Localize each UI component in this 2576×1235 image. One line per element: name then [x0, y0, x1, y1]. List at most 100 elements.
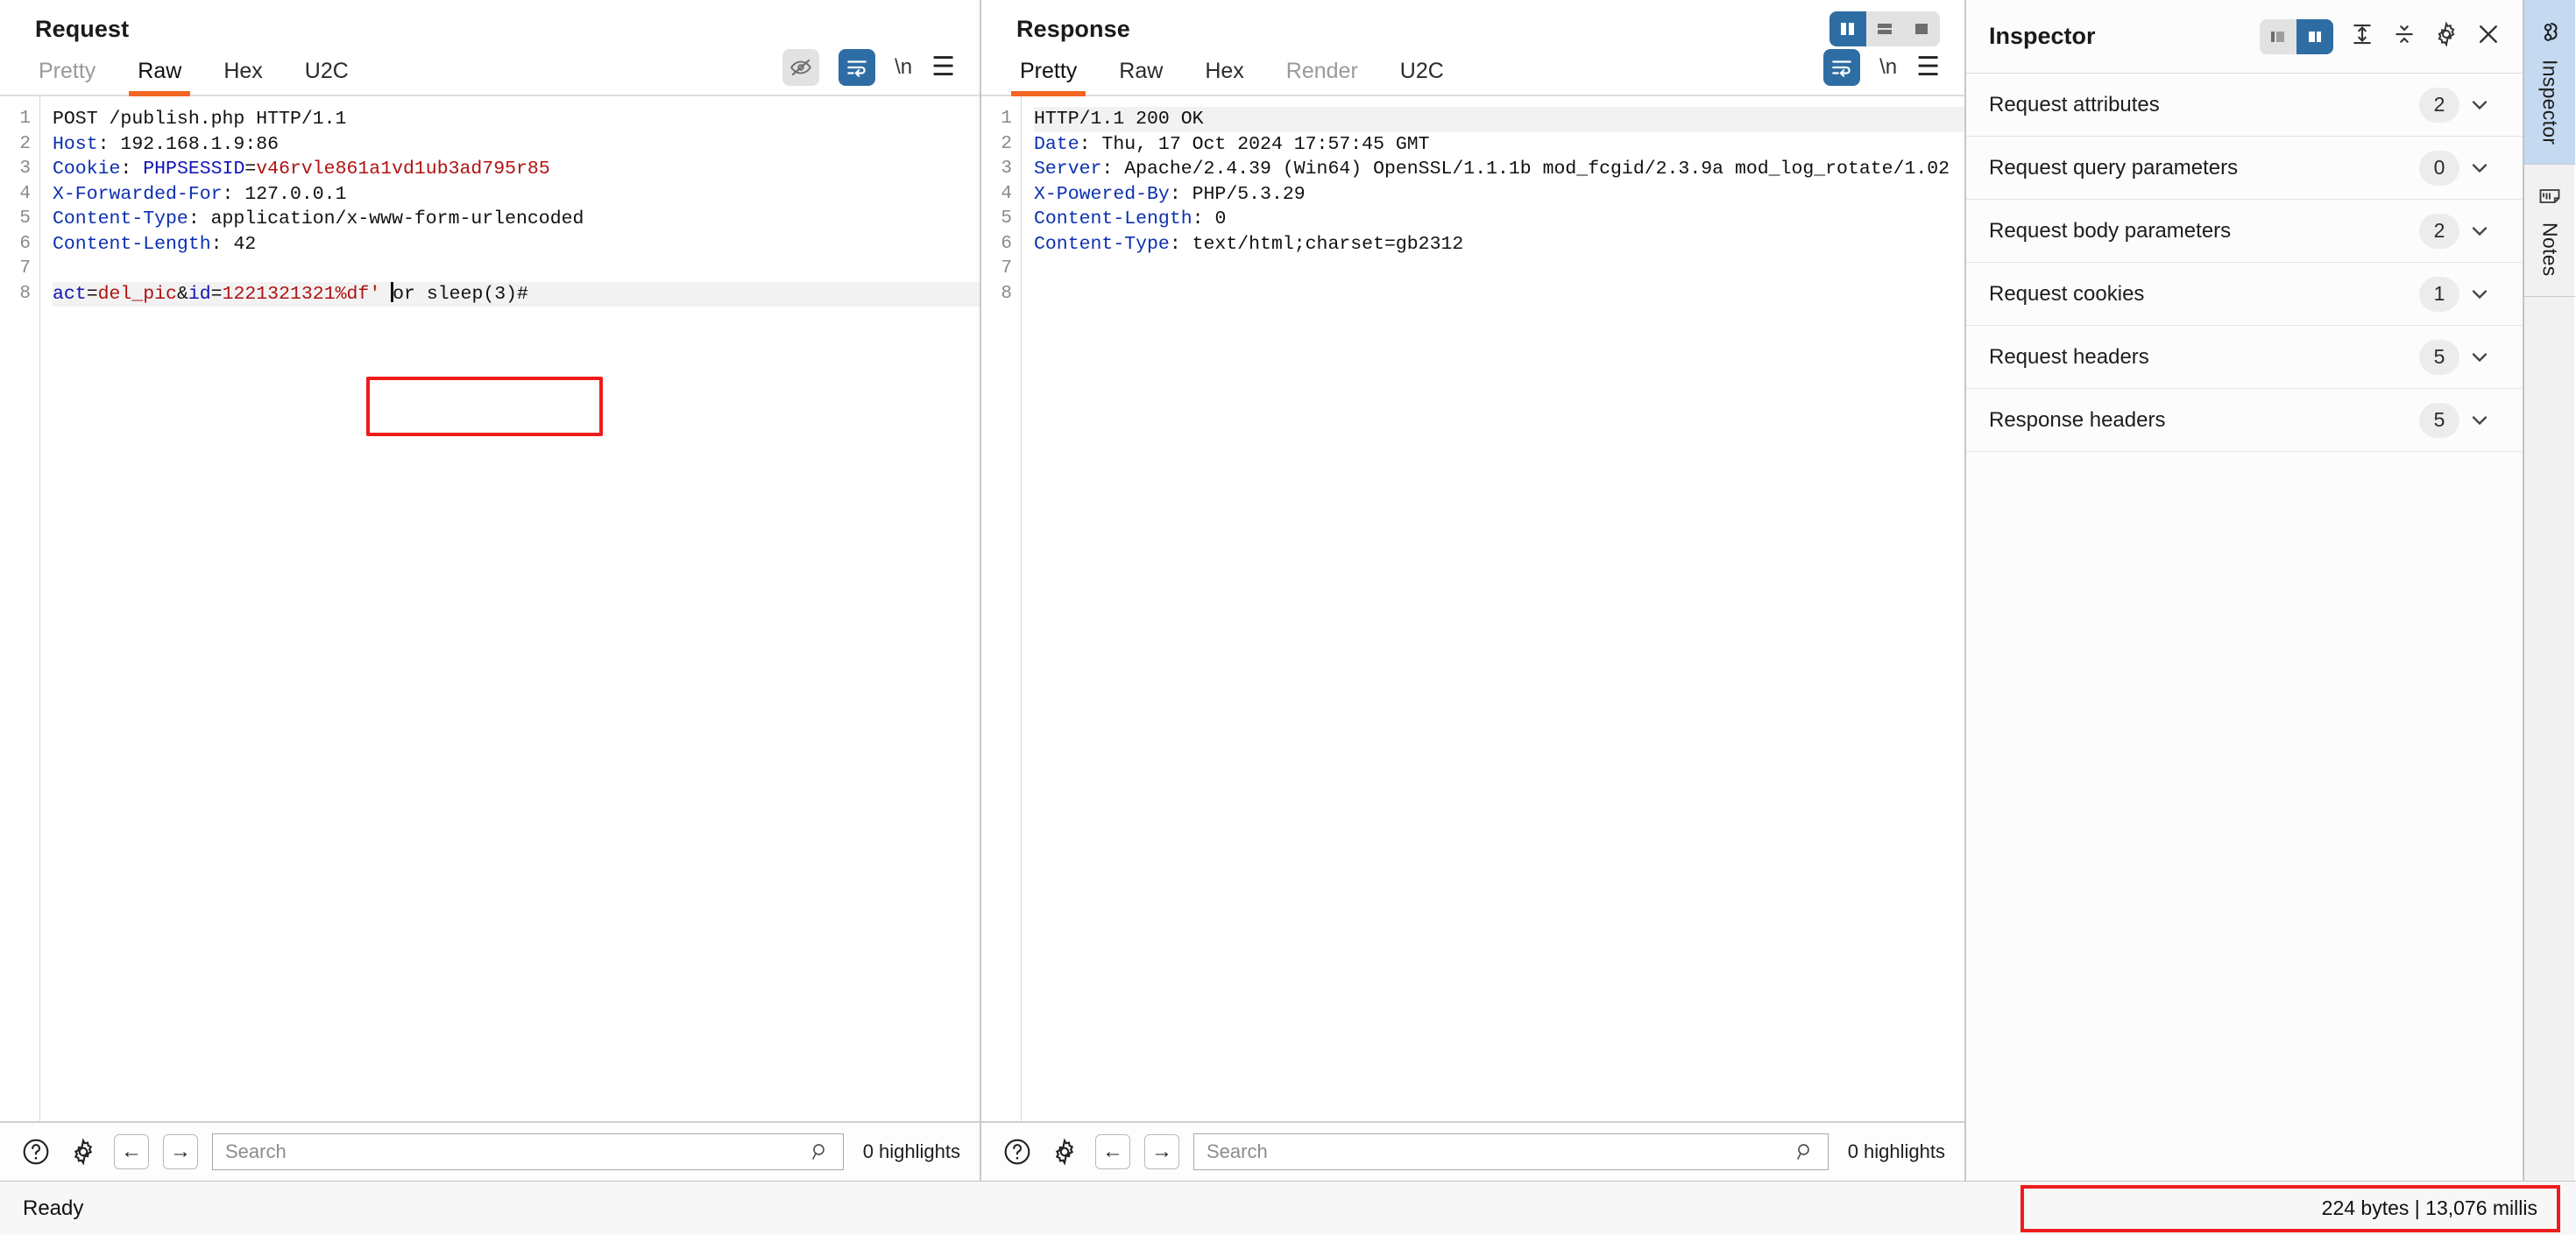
code-line: Content-Type: text/html;charset=gb2312 [1034, 232, 1964, 258]
rail-tab-notes-label: Notes [2538, 222, 2562, 277]
request-code[interactable]: POST /publish.php HTTP/1.1 Host: 192.168.… [40, 96, 980, 1121]
menu-icon[interactable]: ☰ [931, 54, 955, 81]
code-token: act [53, 283, 87, 305]
help-icon[interactable] [19, 1135, 53, 1168]
menu-icon[interactable]: ☰ [1916, 54, 1940, 81]
response-code[interactable]: HTTP/1.1 200 OK Date: Thu, 17 Oct 2024 17… [1022, 96, 1964, 1121]
tab-response-u2c[interactable]: U2C [1379, 59, 1465, 95]
code-token: : 0 [1192, 208, 1227, 229]
notes-icon [2539, 189, 2560, 204]
inspector-sections: Request attributes 2 Request query paramet… [1966, 74, 2523, 452]
chevron-down-icon[interactable] [2459, 345, 2500, 370]
line-number: 3 [19, 159, 31, 179]
code-token: HTTP/1.1 200 OK [1034, 109, 1204, 130]
layout-right-icon[interactable] [2296, 18, 2333, 54]
inspector-section-row[interactable]: Request attributes 2 [1966, 74, 2523, 137]
collapse-all-icon[interactable] [2391, 21, 2417, 52]
expand-all-icon[interactable] [2349, 21, 2375, 52]
close-icon[interactable] [2475, 21, 2502, 52]
gear-icon[interactable] [1048, 1135, 1081, 1168]
find-prev-button[interactable]: ← [1095, 1134, 1130, 1169]
code-token: & [176, 283, 188, 305]
code-token: : 42 [210, 233, 257, 255]
layout-buttons [1829, 11, 1940, 46]
code-line: Host: 192.168.1.9:86 [53, 132, 980, 158]
response-editor[interactable]: 12345678 HTTP/1.1 200 OK Date: Thu, 17 Oc… [981, 96, 1964, 1121]
tab-response-pretty[interactable]: Pretty [999, 59, 1098, 96]
help-icon[interactable] [1001, 1135, 1034, 1168]
layout-left-icon[interactable] [2260, 18, 2296, 54]
find-prev-button[interactable]: ← [114, 1134, 149, 1169]
request-editor[interactable]: 12345678 POST /publish.php HTTP/1.1 Host:… [0, 96, 980, 1121]
gear-icon[interactable] [67, 1135, 100, 1168]
response-tabstrip: Pretty Raw Hex Render U2C \n ☰ [981, 46, 1964, 96]
tab-response-raw[interactable]: Raw [1098, 59, 1184, 95]
chevron-down-icon[interactable] [2459, 93, 2500, 117]
line-number: 1 [19, 109, 31, 129]
response-search-input[interactable] [1207, 1140, 1794, 1163]
chevron-down-icon[interactable] [2459, 219, 2500, 243]
inspector-section-label: Request headers [1989, 344, 2149, 369]
code-line: X-Forwarded-For: 127.0.0.1 [53, 182, 980, 208]
inspector-section-count: 2 [2419, 213, 2459, 249]
line-number: 8 [19, 283, 31, 304]
code-line: Cookie: PHPSESSID=v46rvle861a1vd1ub3ad79… [53, 157, 980, 182]
newline-icon[interactable]: \n [1879, 55, 1897, 80]
find-next-button[interactable]: → [163, 1134, 198, 1169]
split-vertical-icon[interactable] [1829, 11, 1866, 46]
rail-tab-notes[interactable]: Notes [2524, 165, 2575, 297]
inspector-section-row[interactable]: Request query parameters 0 [1966, 137, 2523, 200]
line-number: 5 [1001, 208, 1012, 229]
inspector-section-count: 1 [2419, 276, 2459, 312]
inspector-layout-buttons [2260, 18, 2333, 54]
gear-icon[interactable] [2433, 21, 2459, 52]
tab-request-u2c[interactable]: U2C [284, 59, 370, 95]
line-number: 6 [1001, 233, 1012, 254]
inspector-section-row[interactable]: Request headers 5 [1966, 326, 2523, 389]
request-search-field[interactable] [212, 1133, 844, 1170]
inspector-section-label: Request query parameters [1989, 155, 2239, 180]
code-token: X-Forwarded-For [53, 183, 223, 205]
code-token: v46rvle861a1vd1ub3ad795r85 [256, 159, 550, 180]
inspector-section-row[interactable]: Request body parameters 2 [1966, 200, 2523, 263]
code-token: X-Powered-By [1034, 183, 1170, 205]
burp-repeater-window: Request Pretty Raw Hex U2C \n ☰ 1 2 3 4 … [0, 0, 2576, 1235]
inspector-tools [2260, 18, 2502, 54]
chevron-down-icon[interactable] [2459, 282, 2500, 307]
chevron-down-icon[interactable] [2459, 156, 2500, 180]
find-next-button[interactable]: → [1144, 1134, 1179, 1169]
code-token: = [244, 159, 257, 180]
code-token: 1221321321%df [222, 283, 370, 305]
rail-tab-inspector[interactable]: Inspector [2524, 0, 2575, 166]
eye-off-icon[interactable] [782, 49, 820, 86]
tab-request-hex[interactable]: Hex [202, 59, 283, 95]
response-search-field[interactable] [1193, 1133, 1829, 1170]
inspector-section-count: 2 [2419, 87, 2459, 123]
word-wrap-icon[interactable] [839, 49, 876, 86]
code-line: HTTP/1.1 200 OK [1034, 107, 1964, 132]
request-search-input[interactable] [225, 1140, 810, 1163]
request-highlights-count: 0 highlights [862, 1140, 960, 1162]
line-number: 7 [19, 258, 31, 279]
inspector-header: Inspector [1966, 0, 2523, 74]
inspector-pane: Inspector Request attributes 2 Request q… [1966, 0, 2523, 1181]
split-horizontal-icon[interactable] [1866, 11, 1903, 46]
newline-icon[interactable]: \n [895, 55, 912, 80]
line-number: 1 [1001, 109, 1012, 129]
status-text: Ready [23, 1196, 84, 1220]
request-tabstrip: Pretty Raw Hex U2C \n ☰ [0, 46, 980, 96]
tab-response-hex[interactable]: Hex [1184, 59, 1264, 95]
tab-request-pretty[interactable]: Pretty [18, 59, 117, 95]
line-number: 2 [19, 133, 31, 154]
single-pane-icon[interactable] [1903, 11, 1940, 46]
word-wrap-icon[interactable] [1823, 49, 1861, 86]
tab-response-render[interactable]: Render [1265, 59, 1379, 95]
chevron-down-icon[interactable] [2459, 408, 2500, 433]
request-toolbar: \n ☰ [782, 49, 980, 95]
inspector-section-label: Request attributes [1989, 92, 2160, 116]
inspector-section-row[interactable]: Response headers 5 [1966, 389, 2523, 452]
inspector-section-row[interactable]: Request cookies 1 [1966, 263, 2523, 326]
code-token: Date [1034, 133, 1079, 155]
request-line-numbers: 1 2 3 4 5 6 7 8 [0, 96, 40, 1121]
tab-request-raw[interactable]: Raw [117, 59, 202, 96]
